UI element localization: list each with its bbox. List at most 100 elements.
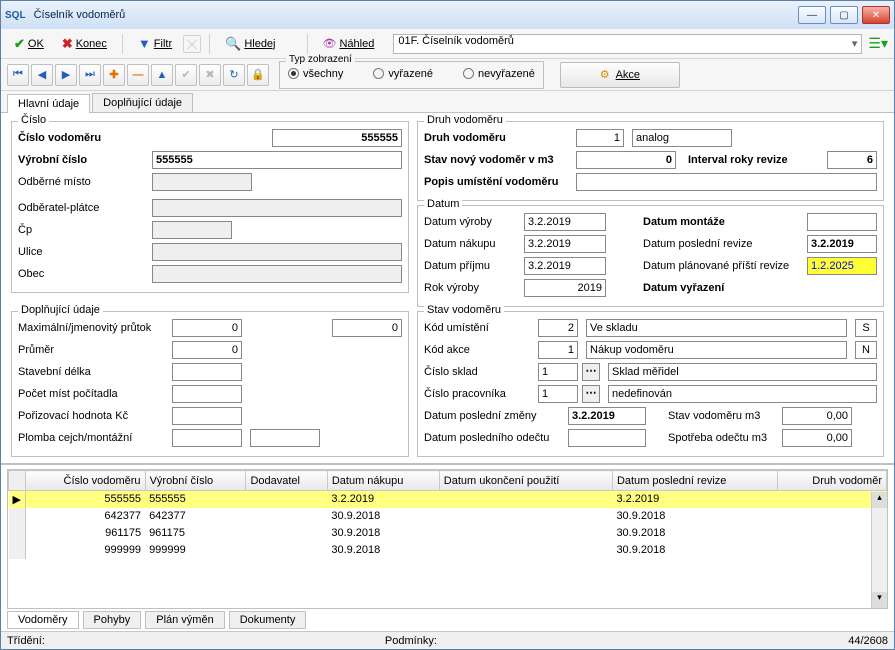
prumer-input[interactable] (172, 341, 242, 359)
prumer-label: Průměr (18, 344, 168, 356)
tab-doplnujici[interactable]: Doplňující údaje (92, 93, 193, 112)
sklad-input[interactable] (538, 363, 578, 381)
druh-legend: Druh vodoměru (424, 114, 506, 126)
datum-legend: Datum (424, 198, 462, 210)
bottab-pohyby[interactable]: Pohyby (83, 611, 142, 629)
clear-filter-button[interactable] (183, 35, 201, 53)
interval-label: Interval roky revize (688, 154, 788, 166)
table-row[interactable]: 96117596117530.9.201830.9.20181 (9, 525, 887, 542)
stavdelka-input[interactable] (172, 363, 242, 381)
konec-button[interactable]: ✖Konec (55, 33, 114, 55)
kod-akce-input[interactable] (538, 341, 578, 359)
radio-vyrazene[interactable]: vyřazené (373, 68, 433, 80)
druh-label: Druh vodoměru (424, 132, 572, 144)
ulice-label: Ulice (18, 246, 148, 258)
datum-vyrazeni-label: Datum vyřazení (643, 282, 803, 294)
plomba-a-input[interactable] (172, 429, 242, 447)
dpz-input[interactable] (568, 407, 646, 425)
dpo-input[interactable] (568, 429, 646, 447)
datum-montaze-input[interactable] (807, 213, 877, 231)
up-button[interactable]: ▲ (151, 64, 173, 86)
window-title: Číselník vodoměrů (30, 9, 798, 21)
datum-posl-rev-input[interactable] (807, 235, 877, 253)
radio-nevyrazene[interactable]: nevyřazené (463, 68, 535, 80)
akce-label: Akce (616, 69, 640, 81)
nahled-select[interactable]: 01F. Číselník vodoměrů (393, 34, 862, 54)
form-tabs: Hlavní údaje Doplňující údaje (1, 91, 894, 113)
grid-col-0[interactable]: Číslo vodoměru (25, 471, 145, 491)
grid-scrollbar[interactable]: ▴▾ (871, 492, 887, 608)
radio-vsechny[interactable]: všechny (288, 68, 343, 80)
dpz-label: Datum poslední změny (424, 410, 564, 422)
add-button[interactable]: ✚ (103, 64, 125, 86)
grid-col-4[interactable]: Datum ukončení použití (439, 471, 612, 491)
nahled-combo: 01F. Číselník vodoměrů ☰▾ (393, 34, 888, 54)
table-row[interactable]: 64237764237730.9.201830.9.20181 (9, 508, 887, 525)
cancel-button[interactable]: ✖ (199, 64, 221, 86)
nahled-button[interactable]: 👁Náhled (316, 33, 382, 55)
grid-col-1[interactable]: Výrobní číslo (145, 471, 246, 491)
nahled-label: Náhled (339, 38, 374, 50)
table-row[interactable]: 99999999999930.9.201830.9.20181 (9, 542, 887, 559)
data-grid[interactable]: Číslo vodoměruVýrobní čísloDodavatelDatu… (7, 469, 888, 609)
prutok-b-input[interactable] (332, 319, 402, 337)
lock-button[interactable]: 🔒 (247, 64, 269, 86)
grid-col-3[interactable]: Datum nákupu (327, 471, 439, 491)
grid-col-5[interactable]: Datum poslední revize (612, 471, 777, 491)
bottab-vodomery[interactable]: Vodoměry (7, 611, 79, 629)
prac-input[interactable] (538, 385, 578, 403)
next-button[interactable]: ▶ (55, 64, 77, 86)
stavdelka-label: Stavební délka (18, 366, 168, 378)
prac-lookup[interactable]: ⋯ (582, 385, 600, 403)
datum-plan-rev-input[interactable] (807, 257, 877, 275)
grid-col-6[interactable]: Druh vodoměr (777, 471, 886, 491)
app-window: SQL Číselník vodoměrů — ▢ ✕ ✔OK ✖Konec ▼… (0, 0, 895, 650)
status-count: 44/2608 (848, 635, 888, 647)
popis-input[interactable] (576, 173, 877, 191)
ok-button[interactable]: ✔OK (7, 33, 51, 55)
prutok-label: Maximální/jmenovitý průtok (18, 322, 168, 334)
close-button[interactable]: ✕ (862, 6, 890, 24)
akce-button[interactable]: ⚙Akce (560, 62, 680, 88)
druh-txt-input[interactable] (632, 129, 732, 147)
cislo-vodomeru-input[interactable] (272, 129, 402, 147)
stav-novy-input[interactable] (576, 151, 676, 169)
datum-nakupu-input[interactable] (524, 235, 606, 253)
refresh-button[interactable]: ↻ (223, 64, 245, 86)
maximize-button[interactable]: ▢ (830, 6, 858, 24)
kod-um-input[interactable] (538, 319, 578, 337)
last-button[interactable]: ⏭ (79, 64, 101, 86)
typ-legend: Typ zobrazení (286, 54, 355, 65)
tab-hlavni[interactable]: Hlavní údaje (7, 94, 90, 113)
rok-vyroby-input[interactable] (524, 279, 606, 297)
hledej-button[interactable]: 🔍Hledej (218, 33, 282, 55)
prutok-a-input[interactable] (172, 319, 242, 337)
plomba-b-input[interactable] (250, 429, 320, 447)
status-trideni: Třídění: (7, 635, 45, 647)
remove-button[interactable]: — (127, 64, 149, 86)
datum-prijmu-input[interactable] (524, 257, 606, 275)
spotr-input[interactable] (782, 429, 852, 447)
prev-button[interactable]: ◀ (31, 64, 53, 86)
minimize-button[interactable]: — (798, 6, 826, 24)
druh-num-input[interactable] (576, 129, 624, 147)
kod-um-txt (586, 319, 847, 337)
stavm3-input[interactable] (782, 407, 852, 425)
confirm-button[interactable]: ✔ (175, 64, 197, 86)
first-button[interactable]: ⏮ (7, 64, 29, 86)
filtr-button[interactable]: ▼Filtr (131, 33, 179, 55)
grid-col-2[interactable]: Dodavatel (246, 471, 327, 491)
pocetmist-input[interactable] (172, 385, 242, 403)
sklad-lookup[interactable]: ⋯ (582, 363, 600, 381)
datum-vyroby-input[interactable] (524, 213, 606, 231)
vyrobni-input[interactable] (152, 151, 402, 169)
bottab-dokumenty[interactable]: Dokumenty (229, 611, 307, 629)
interval-input[interactable] (827, 151, 877, 169)
odberne-input[interactable] (152, 173, 252, 191)
plomba-label: Plomba cejch/montážní (18, 432, 168, 444)
poriz-input[interactable] (172, 407, 242, 425)
list-menu-icon[interactable]: ☰▾ (868, 35, 888, 52)
grid-corner[interactable] (9, 471, 26, 491)
table-row[interactable]: ▶ 5555555555553.2.20193.2.20191 (9, 491, 887, 508)
bottab-plan[interactable]: Plán výměn (145, 611, 224, 629)
